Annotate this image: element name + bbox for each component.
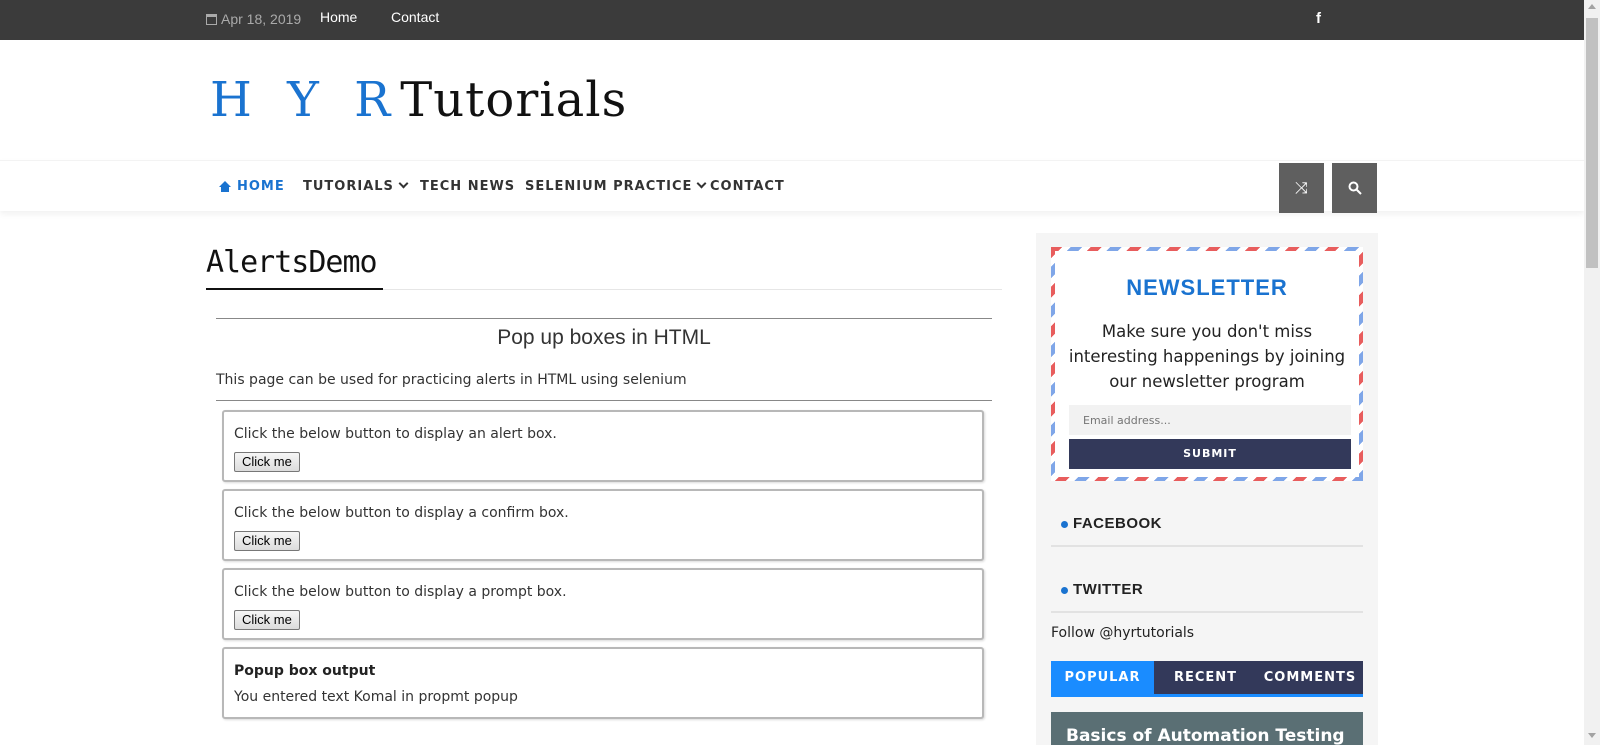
nav-home[interactable]: HOME [219,179,285,194]
intro-text: This page can be used for practicing ale… [216,372,687,388]
nav-contact-label: CONTACT [710,179,785,194]
divider [216,318,992,319]
output-label: Popup box output [234,663,376,679]
twitter-follow-link[interactable]: Follow @hyrtutorials [1051,625,1194,641]
confirm-button[interactable]: Click me [234,531,300,551]
newsletter-widget: NEWSLETTER Make sure you don't miss inte… [1051,247,1363,481]
logo-part-hyr: H Y R [210,72,401,128]
nav-tech-news-label: TECH NEWS [420,179,516,194]
scrollbar-thumb[interactable] [1586,18,1598,268]
twitter-widget-title: TWITTER [1073,581,1144,598]
nav-home-label: HOME [237,179,285,194]
tab-popular[interactable]: POPULAR [1051,661,1154,694]
bullet-icon [1061,587,1068,594]
submit-button[interactable]: SUBMIT [1069,439,1351,469]
popular-post-card[interactable]: Basics of Automation Testing [1051,712,1363,745]
newsletter-title: NEWSLETTER [1126,275,1288,300]
confirm-box-section: Click the below button to display a conf… [222,489,984,561]
tab-recent[interactable]: RECENT [1154,661,1257,694]
divider [216,400,992,401]
top-link-contact[interactable]: Contact [391,9,439,25]
newsletter-text: Make sure you don't miss interesting hap… [1068,322,1346,391]
nav-tutorials-label: TUTORIALS [303,179,394,194]
nav-tutorials[interactable]: TUTORIALS [303,178,409,194]
output-section: Popup box output You entered text Komal … [222,647,984,719]
widget-divider [1051,611,1363,613]
chevron-down-icon [398,178,409,189]
calendar-icon [206,14,217,25]
nav-tech-news[interactable]: TECH NEWS [420,179,515,194]
alert-box-section: Click the below button to display an ale… [222,410,984,482]
post-title: Basics of Automation Testing [1066,726,1345,745]
facebook-icon[interactable]: f [1316,10,1321,27]
page-title: AlertsDemo [206,245,378,280]
confirm-box-description: Click the below button to display a conf… [234,505,569,521]
output-text: You entered text Komal in propmt popup [234,689,518,705]
post-tabs: POPULAR RECENT COMMENTS [1051,661,1363,696]
email-input[interactable] [1069,405,1351,435]
search-button[interactable] [1332,163,1377,213]
tab-comments[interactable]: COMMENTS [1257,661,1363,694]
alert-box-description: Click the below button to display an ale… [234,426,557,442]
top-link-home[interactable]: Home [320,9,357,25]
prompt-button[interactable]: Click me [234,610,300,630]
search-icon [1348,181,1362,195]
random-post-button[interactable]: ⤨ [1279,163,1324,213]
site-logo[interactable]: H Y RTutorials [210,72,627,128]
post-date-text: Apr 18, 2019 [221,11,302,27]
bullet-icon [1061,521,1068,528]
section-heading: Pop up boxes in HTML [497,326,711,349]
prompt-box-section: Click the below button to display a prom… [222,568,984,640]
page-scrollbar[interactable] [1584,0,1600,745]
alert-button[interactable]: Click me [234,452,300,472]
home-icon [219,181,231,192]
nav-selenium-practice[interactable]: SELENIUM PRACTICE [525,178,707,194]
tabs-underline [1051,694,1363,697]
nav-contact[interactable]: CONTACT [710,179,785,194]
chevron-down-icon [696,178,707,189]
facebook-widget-title: FACEBOOK [1073,515,1163,532]
scroll-up-icon[interactable] [1588,4,1596,9]
scroll-down-icon[interactable] [1588,733,1596,738]
top-bar: Apr 18, 2019 Home Contact f [0,0,1584,40]
shuffle-icon: ⤨ [1295,178,1308,197]
title-underline [206,288,383,290]
post-date: Apr 18, 2019 [206,11,301,27]
prompt-box-description: Click the below button to display a prom… [234,584,567,600]
nav-selenium-practice-label: SELENIUM PRACTICE [525,179,693,194]
widget-divider [1051,545,1363,547]
logo-part-tutorials: Tutorials [400,72,628,128]
